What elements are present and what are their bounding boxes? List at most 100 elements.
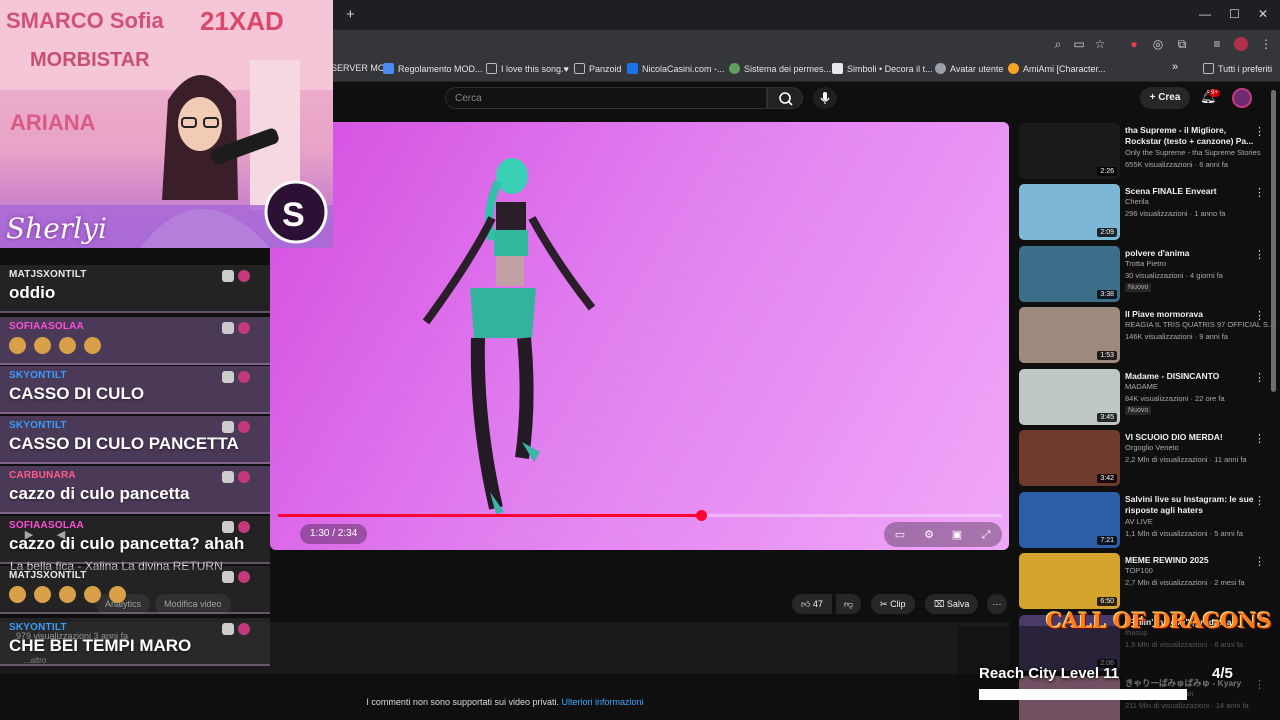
recommendation-meta: 2,7 Mln di visualizzazioni · 2 mesi fa — [1125, 578, 1245, 587]
reading-list-icon[interactable]: ≡ — [1209, 36, 1225, 52]
theater-mode-icon[interactable]: ▣ — [948, 526, 966, 544]
recommendation-channel[interactable]: AV LIVE — [1125, 517, 1153, 526]
more-options-icon[interactable]: ⋮ — [1254, 432, 1265, 445]
video-thumbnail[interactable]: 7:21 — [1019, 492, 1120, 548]
chat-emotes — [9, 586, 134, 608]
bookmark[interactable]: I love this song.♥ — [486, 63, 569, 74]
user-badge-icon — [238, 270, 250, 282]
bookmark[interactable]: Regolamento MOD... — [383, 63, 483, 74]
recommendation-title[interactable]: Madame - DISINCANTO — [1125, 371, 1257, 382]
streamer-signature: Sherlyi — [6, 212, 107, 245]
more-options-icon[interactable]: ⋮ — [1254, 555, 1265, 568]
recommendation-item[interactable]: 1:53 Il Piave mormorava REAGIA IL TRIS QUA… — [1019, 307, 1274, 363]
cast-icon[interactable]: ▭ — [1071, 36, 1087, 52]
recommendation-item[interactable]: 3:42 VI SCUOIO DIO MERDA! Orgoglio Veneto 2… — [1019, 430, 1269, 486]
search-input[interactable]: Cerca — [445, 87, 767, 109]
video-thumbnail[interactable]: 1:53 — [1019, 307, 1120, 363]
video-scrubber-handle[interactable] — [696, 510, 707, 521]
mic-icon — [820, 92, 830, 104]
site-icon — [832, 63, 843, 74]
bookmark[interactable]: NicolaCasini.com -... — [627, 63, 725, 74]
more-actions-button[interactable]: ⋯ — [987, 594, 1007, 614]
bookmark[interactable]: AmiAmi [Character... — [1008, 63, 1106, 74]
maximize-icon[interactable]: ☐ — [1229, 7, 1240, 21]
emote-icon — [34, 337, 51, 354]
video-thumbnail[interactable]: 6:50 — [1019, 553, 1120, 609]
video-thumbnail[interactable]: 3:45 — [1019, 369, 1120, 425]
video-thumbnail[interactable]: 2:26 — [1019, 123, 1120, 179]
learn-more-link[interactable]: Ulteriori informazioni — [562, 697, 644, 707]
video-player[interactable] — [270, 122, 1009, 550]
more-options-icon[interactable]: ⋮ — [1254, 371, 1265, 384]
recommendation-item[interactable]: 3:38 polvere d'anima Trotta Pietro 30 visua… — [1019, 246, 1269, 302]
recommendation-title[interactable]: tha Supreme - il Migliore, Rockstar (tes… — [1125, 125, 1257, 147]
recommendation-title[interactable]: Scena FINALE Enveart — [1125, 186, 1257, 197]
recommendation-item[interactable]: 3:45 Madame - DISINCANTO MADAME 84K visuali… — [1019, 369, 1269, 425]
save-button[interactable]: ⌧ Salva — [925, 594, 979, 614]
recommendation-channel[interactable]: TOP100 — [1125, 566, 1153, 575]
all-bookmarks-folder[interactable]: Tutti i preferiti — [1203, 63, 1272, 74]
close-icon[interactable]: ✕ — [1258, 7, 1268, 21]
bookmarks-overflow-icon[interactable]: » — [1172, 61, 1178, 73]
create-button[interactable]: + Crea — [1140, 87, 1190, 109]
more-options-icon[interactable]: ⋮ — [1254, 125, 1265, 138]
minimize-icon[interactable]: — — [1199, 7, 1211, 21]
video-thumbnail[interactable]: 3:38 — [1019, 246, 1120, 302]
recommendation-channel[interactable]: Trotta Pietro — [1125, 259, 1166, 268]
recommendation-title[interactable]: Salvini live su Instagram: le sue rispos… — [1125, 494, 1257, 516]
recommendation-title[interactable]: polvere d'anima — [1125, 248, 1257, 259]
recommendation-channel[interactable]: MADAME — [1125, 382, 1158, 391]
recommendation-item[interactable]: 2:09 Scena FINALE Enveart Cherila 296 visua… — [1019, 184, 1269, 240]
zoom-icon[interactable]: ⌕ — [1050, 36, 1066, 52]
user-badge-icon — [238, 471, 250, 483]
fullscreen-icon[interactable]: ⤢ — [977, 526, 995, 544]
sidebar-scrollbar[interactable] — [1271, 90, 1276, 392]
settings-gear-icon[interactable]: ⚙ — [920, 526, 938, 544]
video-duration: 1:53 — [1097, 351, 1117, 360]
account-avatar[interactable] — [1232, 88, 1252, 108]
bookmark[interactable]: Panzoid — [574, 63, 622, 74]
extension-icon[interactable]: ◎ — [1150, 36, 1166, 52]
search-button[interactable] — [767, 87, 803, 109]
extensions-puzzle-icon[interactable]: ⧉ — [1174, 36, 1190, 52]
thumbs-up-icon: 👍︎ — [801, 599, 811, 609]
video-duration: 7:21 — [1097, 536, 1117, 545]
recommendation-channel[interactable]: Cherila — [1125, 197, 1149, 206]
browser-menu-icon[interactable]: ⋮ — [1258, 36, 1274, 52]
emote-icon — [9, 586, 26, 603]
more-options-icon[interactable]: ⋮ — [1254, 248, 1265, 261]
profile-avatar[interactable] — [1234, 37, 1248, 51]
quest-progress-count: 4/5 — [1212, 665, 1233, 682]
chat-username: SKYONTILT — [9, 370, 67, 381]
recommendation-channel[interactable]: Orgoglio Veneto — [1125, 443, 1179, 452]
bookmark[interactable]: Avatar utente — [935, 63, 1003, 74]
new-tab-button[interactable]: + — [346, 6, 355, 23]
notification-badge: 9+ — [1209, 89, 1220, 97]
bookmark[interactable]: Simboli • Decora il t... — [832, 63, 933, 74]
recommendation-title[interactable]: Il Piave mormorava — [1125, 309, 1257, 320]
video-thumbnail[interactable]: 3:42 — [1019, 430, 1120, 486]
more-options-icon[interactable]: ⋮ — [1254, 309, 1265, 322]
webcam-scene: SMARCO Sofia 21XAD MORBISTAR ARIANA S — [0, 0, 333, 248]
like-button[interactable]: 👍︎ 47 — [792, 594, 832, 614]
recommendation-title[interactable]: VI SCUOIO DIO MERDA! — [1125, 432, 1257, 443]
more-options-icon[interactable]: ⋮ — [1254, 186, 1265, 199]
bookmark[interactable]: Sistema dei permes... — [729, 63, 831, 74]
extension-icon[interactable]: ● — [1126, 36, 1142, 52]
recommendation-item[interactable]: 7:21 Salvini live su Instagram: le sue ri… — [1019, 492, 1269, 548]
recommendation-item[interactable]: 6:50 MEME REWIND 2025 TOP100 2,7 Mln di vis… — [1019, 553, 1269, 609]
bookmark-star-icon[interactable]: ☆ — [1092, 36, 1108, 52]
subtitles-icon[interactable]: ▭ — [891, 526, 909, 544]
recommendation-channel[interactable]: REAGIA IL TRIS QUATRIS 97 OFFICIAL S... — [1125, 320, 1274, 329]
clip-button[interactable]: ✂ Clip — [871, 594, 915, 614]
recommendation-meta: 1,1 Mln di visualizzazioni · 5 anni fa — [1125, 529, 1243, 538]
recommendation-item[interactable]: 2:26 tha Supreme - il Migliore, Rockstar … — [1019, 123, 1269, 179]
more-options-icon[interactable]: ⋮ — [1254, 494, 1265, 507]
voice-search-button[interactable] — [813, 87, 837, 109]
recommendation-title[interactable]: MEME REWIND 2025 — [1125, 555, 1257, 566]
dislike-button[interactable]: 👎︎ — [836, 594, 862, 614]
recommendation-channel[interactable]: Only the Supreme - tha Supreme Stories — [1125, 148, 1260, 157]
site-icon — [627, 63, 638, 74]
bookmark[interactable]: SERVER MC — [331, 63, 384, 73]
video-thumbnail[interactable]: 2:09 — [1019, 184, 1120, 240]
